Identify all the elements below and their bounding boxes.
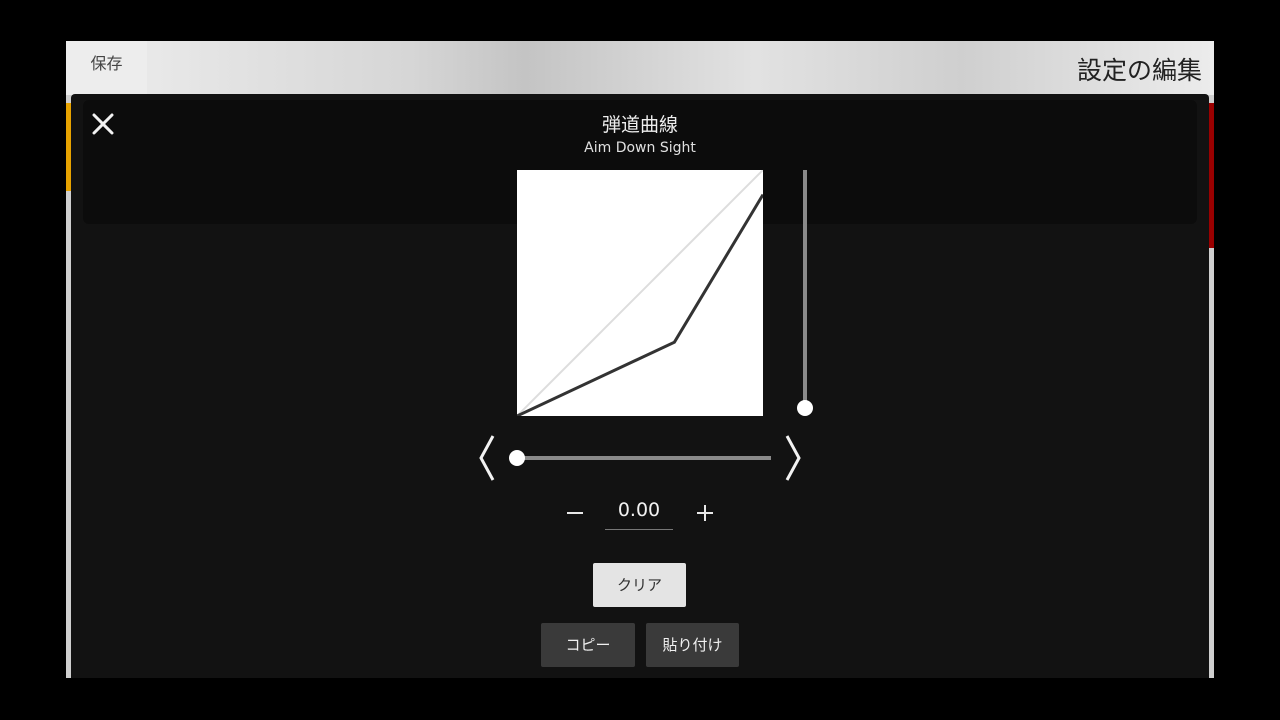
accent-strip-right (1209, 103, 1214, 248)
value-input[interactable]: 0.00 (605, 495, 673, 530)
increment-button[interactable] (691, 499, 719, 527)
page-title: 設定の編集 (1076, 56, 1202, 85)
paste-button[interactable]: 貼り付け (646, 623, 739, 667)
previous-button[interactable] (475, 432, 499, 484)
chevron-left-icon (479, 435, 495, 481)
clear-button[interactable]: クリア (593, 563, 686, 607)
vertical-slider-track[interactable] (803, 170, 807, 406)
chevron-right-icon (785, 435, 801, 481)
next-button[interactable] (781, 432, 805, 484)
curve-editor-modal: 弾道曲線 Aim Down Sight 0.00 クリア コピー 貼り付け (71, 94, 1209, 678)
decrement-button[interactable] (561, 499, 589, 527)
reference-line (516, 169, 764, 417)
save-button[interactable]: 保存 (66, 41, 147, 95)
horizontal-slider-track[interactable] (517, 456, 771, 460)
app-screen: 保存 設定の編集 弾道曲線 Aim Down Sight 0.00 クリア コピ… (66, 41, 1214, 678)
minus-icon (567, 512, 583, 514)
response-curve (516, 193, 765, 418)
curve-plot (516, 169, 765, 418)
horizontal-slider-thumb[interactable] (509, 450, 525, 466)
modal-subtitle: Aim Down Sight (584, 140, 696, 156)
copy-button[interactable]: コピー (541, 623, 635, 667)
curve-graph[interactable] (516, 169, 765, 418)
vertical-slider-thumb[interactable] (797, 400, 813, 416)
modal-title: 弾道曲線 (601, 114, 678, 136)
top-bar: 保存 設定の編集 (66, 41, 1214, 95)
plus-icon (697, 505, 713, 521)
